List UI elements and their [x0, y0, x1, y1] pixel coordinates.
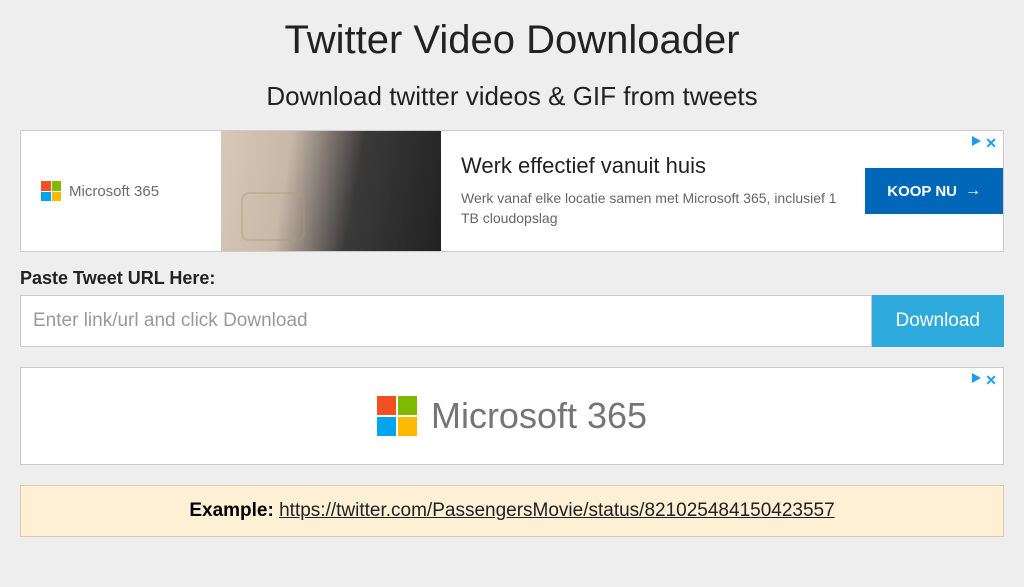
- arrow-right-icon: →: [965, 182, 981, 200]
- ad-controls: ✕: [972, 135, 997, 152]
- ad-image: [221, 131, 441, 251]
- ad-headline: Werk effectief vanuit huis: [461, 153, 845, 179]
- adchoices-icon[interactable]: [972, 136, 981, 146]
- adchoices-icon[interactable]: [972, 373, 981, 383]
- ad-banner-middle[interactable]: ✕ Microsoft 365: [20, 367, 1004, 465]
- page-subtitle: Download twitter videos & GIF from tweet…: [20, 81, 1004, 112]
- example-box: Example: https://twitter.com/PassengersM…: [20, 485, 1004, 537]
- download-button[interactable]: Download: [872, 295, 1005, 347]
- example-label: Example:: [189, 500, 273, 521]
- microsoft-logo-icon: [377, 396, 417, 436]
- ad-cta-label: KOOP NU: [887, 183, 957, 200]
- ad-text: Werk effectief vanuit huis Werk vanaf el…: [441, 153, 865, 228]
- ad-close-icon[interactable]: ✕: [985, 135, 997, 152]
- ad-brand-text: Microsoft 365: [69, 183, 159, 200]
- example-link[interactable]: https://twitter.com/PassengersMovie/stat…: [279, 500, 835, 521]
- ad-brand: Microsoft 365: [21, 181, 221, 201]
- ad-brand-text: Microsoft 365: [431, 395, 647, 437]
- url-input[interactable]: [20, 295, 872, 347]
- page-title: Twitter Video Downloader: [20, 0, 1004, 63]
- ad-close-icon[interactable]: ✕: [985, 372, 997, 389]
- ad-subtext: Werk vanaf elke locatie samen met Micros…: [461, 189, 845, 228]
- ad-banner-top[interactable]: ✕ Microsoft 365 Werk effectief vanuit hu…: [20, 130, 1004, 252]
- ad-controls: ✕: [972, 372, 997, 389]
- url-form: Download: [20, 295, 1004, 347]
- ad-cta-button[interactable]: KOOP NU →: [865, 168, 1003, 214]
- url-input-label: Paste Tweet URL Here:: [20, 268, 1004, 289]
- microsoft-logo-icon: [41, 181, 61, 201]
